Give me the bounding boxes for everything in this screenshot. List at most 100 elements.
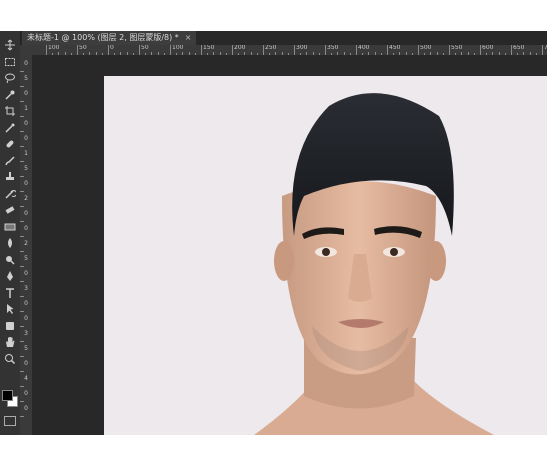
ruler-label: 150 [203, 45, 215, 51]
ruler-label: 5 [24, 165, 28, 172]
ruler-minor-tick [20, 161, 24, 162]
ruler-label: 3 [24, 330, 28, 337]
ruler-label: 50 [79, 45, 87, 51]
gradient-icon[interactable] [3, 221, 17, 233]
ruler-label: 250 [265, 45, 277, 51]
ruler-label: 5 [24, 255, 28, 262]
ruler-minor-tick [20, 281, 24, 282]
ruler-minor-tick [20, 206, 24, 207]
ruler-label: 0 [24, 180, 28, 187]
ruler-label: 300 [296, 45, 308, 51]
ruler-label: 350 [327, 45, 339, 51]
ruler-major-tick [232, 45, 233, 55]
ruler-minor-tick [20, 71, 24, 72]
ruler-minor-tick [20, 416, 24, 417]
ruler-major-tick [294, 45, 295, 55]
ruler-label: 450 [389, 45, 401, 51]
brush-icon[interactable] [3, 155, 17, 167]
ruler-label: 0 [24, 390, 28, 397]
right-ear [426, 241, 446, 281]
ruler-label: 0 [24, 270, 28, 277]
type-icon[interactable] [3, 287, 17, 299]
quick-mask-icon[interactable] [4, 416, 16, 426]
ruler-major-tick [77, 45, 78, 55]
ruler-minor-tick [20, 176, 24, 177]
ruler-minor-tick [20, 86, 24, 87]
ruler-label: 0 [24, 210, 28, 217]
screenshot-bottom-margin [0, 435, 547, 471]
horizontal-ruler[interactable]: 100 50 0 50 100 150 200 250 300 350 400 450 500 550 60… [32, 45, 547, 55]
hand-icon[interactable] [3, 336, 17, 348]
ruler-major-tick [480, 45, 481, 55]
ruler-label: 5 [24, 345, 28, 352]
lasso-icon[interactable] [3, 72, 17, 84]
quick-select-icon[interactable] [3, 89, 17, 101]
ruler-minor-tick [20, 221, 24, 222]
shape-icon[interactable] [3, 320, 17, 332]
eyedropper-icon[interactable] [3, 122, 17, 134]
ruler-minor-tick [20, 311, 24, 312]
document-canvas[interactable] [104, 76, 547, 435]
foreground-color-swatch[interactable] [2, 390, 13, 401]
ruler-major-tick [108, 45, 109, 55]
zoom-icon[interactable] [3, 353, 17, 365]
ruler-label: 4 [24, 375, 28, 382]
blur-icon[interactable] [3, 237, 17, 249]
document-tab-title: 未标题-1 @ 100% (图层 2, 图层蒙版/8) * [27, 33, 179, 42]
ruler-label: 0 [24, 405, 28, 412]
ruler-minor-tick [20, 191, 24, 192]
tab-close-button[interactable]: × [185, 31, 192, 45]
ruler-minor-tick [20, 401, 24, 402]
document-tab-bar: 未标题-1 @ 100% (图层 2, 图层蒙版/8) * × [20, 31, 547, 45]
ruler-label: 200 [234, 45, 246, 51]
vertical-ruler[interactable]: 0 5 0 1 0 0 1 5 0 2 0 0 2 5 0 3 0 0 3 5 0 4 0 0 [20, 55, 32, 435]
ruler-label: 0 [24, 135, 28, 142]
ruler-label: 50 [141, 45, 149, 51]
ruler-label: 100 [48, 45, 60, 51]
ruler-label: 0 [24, 300, 28, 307]
ruler-major-tick [201, 45, 202, 55]
ruler-major-tick [387, 45, 388, 55]
ruler-major-tick [170, 45, 171, 55]
tools-panel [0, 31, 21, 435]
ruler-minor-tick [20, 371, 24, 372]
ruler-major-tick [449, 45, 450, 55]
dodge-icon[interactable] [3, 254, 17, 266]
history-brush-icon[interactable] [3, 188, 17, 200]
ruler-minor-tick [20, 356, 24, 357]
ruler-label: 0 [24, 315, 28, 322]
pen-icon[interactable] [3, 270, 17, 282]
eraser-icon[interactable] [3, 204, 17, 216]
ruler-minor-tick [20, 131, 24, 132]
ruler-label: 1 [24, 150, 28, 157]
ruler-label: 0 [24, 60, 28, 67]
document-workspace[interactable] [32, 55, 547, 435]
ruler-major-tick [46, 45, 47, 55]
ruler-label: 0 [24, 225, 28, 232]
ruler-label: 0 [24, 360, 28, 367]
marquee-icon[interactable] [3, 56, 17, 68]
ruler-minor-tick [20, 386, 24, 387]
ruler-label: 400 [358, 45, 370, 51]
ruler-minor-tick [20, 296, 24, 297]
ruler-major-tick [511, 45, 512, 55]
ruler-label: 2 [24, 195, 28, 202]
ruler-major-tick [542, 45, 543, 55]
ruler-label: 650 [513, 45, 525, 51]
ruler-minor-tick [20, 101, 24, 102]
crop-icon[interactable] [3, 105, 17, 117]
left-ear [274, 241, 294, 281]
ruler-major-tick [418, 45, 419, 55]
ruler-origin[interactable] [20, 45, 32, 55]
document-tab[interactable]: 未标题-1 @ 100% (图层 2, 图层蒙版/8) * × [22, 31, 197, 45]
path-select-icon[interactable] [3, 303, 17, 315]
clone-stamp-icon[interactable] [3, 171, 17, 183]
ruler-minor-tick [20, 236, 24, 237]
ruler-label: 1 [24, 105, 28, 112]
ruler-minor-tick [20, 326, 24, 327]
ruler-label: 3 [24, 285, 28, 292]
move-icon[interactable] [3, 39, 17, 51]
ruler-major-tick [356, 45, 357, 55]
ruler-label: 5 [24, 75, 28, 82]
healing-brush-icon[interactable] [3, 138, 17, 150]
